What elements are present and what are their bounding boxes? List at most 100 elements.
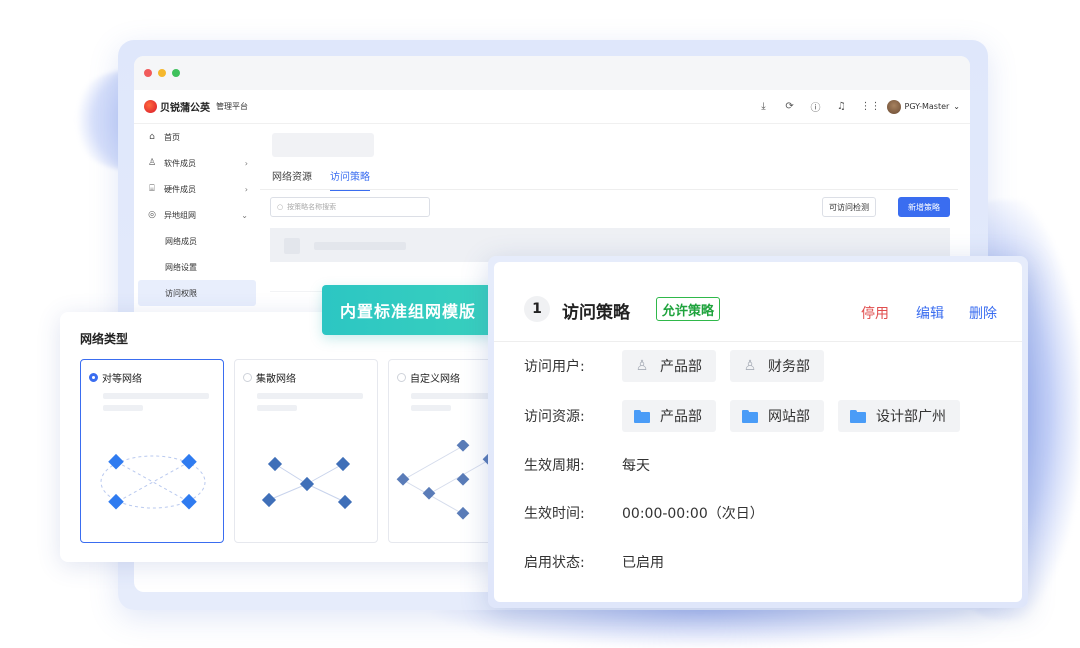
chip-label: 财务部 — [768, 359, 810, 375]
policy-title: 访问策略 — [562, 303, 630, 323]
network-option-peer[interactable]: 对等网络 — [80, 359, 224, 543]
app-header: 贝锐蒲公英 管理平台 ⤓ ⟳ ⓘ ♫ ⋮⋮ PGY-Master ⌄ — [134, 90, 970, 124]
title-bar — [134, 56, 970, 90]
placeholder-line — [257, 405, 297, 411]
device-icon: ⌸ — [149, 184, 155, 194]
option-label: 对等网络 — [102, 374, 142, 385]
tab-network-resources[interactable]: 网络资源 — [272, 168, 312, 191]
field-label: 生效周期: — [524, 458, 585, 474]
sidebar-item-access-permissions[interactable]: 访问权限 — [138, 280, 256, 306]
option-label: 自定义网络 — [410, 374, 460, 385]
user-group-chip: ♙ 产品部 — [622, 350, 716, 382]
folder-icon — [634, 409, 650, 423]
sidebar-item-label: 软件成员 — [164, 158, 196, 168]
resource-chip: 设计部广州 — [838, 400, 960, 432]
access-users-row: 访问用户: ♙ 产品部 ♙ 财务部 — [524, 349, 824, 383]
sidebar-item-label: 首页 — [164, 132, 180, 142]
bell-icon[interactable]: ♫ — [835, 101, 849, 112]
sidebar-item-label: 异地组网 — [164, 210, 196, 220]
tab-access-policy[interactable]: 访问策略 — [330, 168, 370, 191]
sidebar-item-label: 网络成员 — [165, 236, 197, 246]
policy-header: 1 访问策略 允许策略 停用 编辑 删除 — [494, 262, 1022, 342]
chevron-right-icon: › — [244, 158, 248, 168]
folder-icon — [742, 409, 758, 423]
network-icon: ◎ — [148, 210, 156, 220]
sidebar-item-remote-network[interactable]: ◎ 异地组网 ⌄ — [134, 202, 260, 228]
peer-network-diagram-icon — [100, 453, 206, 510]
policy-card: 1 访问策略 允许策略 停用 编辑 删除 访问用户: ♙ 产品部 ♙ 财务部 访… — [488, 256, 1028, 608]
sidebar-item-label: 硬件成员 — [164, 184, 196, 194]
disable-button[interactable]: 停用 — [861, 303, 889, 323]
user-menu[interactable]: PGY-Master ⌄ — [886, 99, 960, 114]
home-icon: ⌂ — [149, 132, 155, 142]
field-label: 访问用户: — [524, 359, 585, 375]
folder-icon — [850, 409, 866, 423]
chevron-right-icon: › — [244, 184, 248, 194]
delete-button[interactable]: 删除 — [969, 303, 997, 323]
resource-chip: 网站部 — [730, 400, 824, 432]
brand-name: 贝锐蒲公英 — [160, 103, 210, 114]
sidebar-item-label: 访问权限 — [165, 288, 197, 298]
field-label: 访问资源: — [524, 409, 585, 425]
network-type-card: 网络类型 对等网络 集散网络 自定义网络 — [60, 312, 532, 562]
brand-logo-icon — [144, 100, 157, 113]
tab-bar: 网络资源 访问策略 — [272, 168, 370, 191]
access-check-button[interactable]: 可访问检测 — [822, 197, 876, 217]
access-resources-row: 访问资源: 产品部 网站部 设计部广州 — [524, 399, 960, 433]
platform-name: 管理平台 — [216, 102, 248, 111]
user-icon: ♙ — [635, 358, 649, 374]
chevron-down-icon: ⌄ — [953, 102, 960, 111]
search-placeholder: 按策略名称搜索 — [287, 203, 337, 211]
checkbox[interactable] — [284, 238, 300, 254]
chip-label: 网站部 — [768, 409, 810, 425]
placeholder-line — [103, 405, 143, 411]
enable-status-row: 启用状态: 已启用 — [524, 545, 664, 579]
placeholder-line — [411, 405, 451, 411]
search-input[interactable]: ○ 按策略名称搜索 — [270, 197, 430, 217]
field-value: 00:00-00:00（次日） — [622, 506, 764, 522]
chip-label: 产品部 — [660, 359, 702, 375]
radio-button[interactable] — [397, 373, 406, 382]
user-group-chip: ♙ 财务部 — [730, 350, 824, 382]
maximize-window-button[interactable] — [172, 69, 180, 77]
template-banner: 内置标准组网模版 — [322, 285, 494, 335]
radio-button[interactable] — [89, 373, 98, 382]
download-icon[interactable]: ⤓ — [757, 101, 771, 112]
policy-number: 1 — [524, 296, 550, 322]
column-header — [314, 242, 406, 250]
radio-button[interactable] — [243, 373, 252, 382]
network-type-title: 网络类型 — [80, 332, 129, 346]
chip-label: 设计部广州 — [876, 409, 946, 425]
effective-time-row: 生效时间: 00:00-00:00（次日） — [524, 496, 764, 530]
minimize-window-button[interactable] — [158, 69, 166, 77]
placeholder-line — [257, 393, 363, 399]
hub-network-diagram-icon — [261, 456, 353, 510]
sidebar-item-network-members[interactable]: 网络成员 — [134, 228, 260, 254]
sidebar-item-home[interactable]: ⌂ 首页 — [134, 124, 260, 150]
search-icon: ○ — [277, 203, 284, 211]
help-icon[interactable]: ⓘ — [809, 99, 823, 114]
sidebar-item-software-members[interactable]: ♙ 软件成员 › — [134, 150, 260, 176]
grid-icon[interactable]: ⋮⋮ — [861, 101, 881, 112]
user-icon: ♙ — [147, 158, 157, 168]
chevron-down-icon: ⌄ — [241, 210, 248, 220]
sidebar-item-network-settings[interactable]: 网络设置 — [134, 254, 260, 280]
field-value: 每天 — [622, 458, 650, 474]
divider — [260, 189, 958, 190]
breadcrumb — [272, 133, 374, 157]
placeholder-line — [103, 393, 209, 399]
chip-label: 产品部 — [660, 409, 702, 425]
resource-chip: 产品部 — [622, 400, 716, 432]
add-policy-button[interactable]: 新增策略 — [898, 197, 950, 217]
user-name: PGY-Master — [904, 102, 950, 111]
sidebar-item-label: 网络设置 — [165, 262, 197, 272]
field-value: 已启用 — [622, 555, 664, 571]
effective-period-row: 生效周期: 每天 — [524, 448, 650, 482]
users-icon: ♙ — [743, 358, 757, 374]
avatar — [886, 99, 901, 114]
close-window-button[interactable] — [144, 69, 152, 77]
edit-button[interactable]: 编辑 — [916, 303, 944, 323]
sidebar-item-hardware-members[interactable]: ⌸ 硬件成员 › — [134, 176, 260, 202]
network-option-hub[interactable]: 集散网络 — [234, 359, 378, 543]
refresh-icon[interactable]: ⟳ — [783, 101, 797, 112]
